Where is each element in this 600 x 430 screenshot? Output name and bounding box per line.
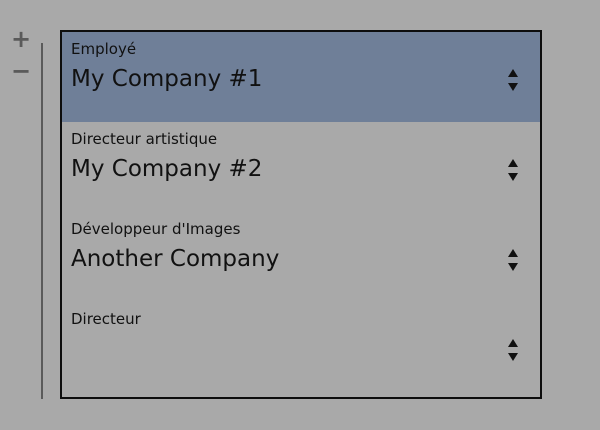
row-label: Directeur artistique [71, 130, 218, 148]
row-label: Développeur d'Images [71, 220, 241, 238]
up-down-arrows-icon[interactable] [506, 156, 520, 186]
row-value: My Company #2 [71, 156, 263, 182]
up-down-arrows-icon[interactable] [506, 66, 520, 96]
list-item[interactable]: Directeur [62, 302, 540, 392]
list-item[interactable]: Employé My Company #1 [62, 32, 540, 122]
editor-canvas: + − Employé My Company #1 Directeur arti… [0, 0, 600, 430]
list-item[interactable]: Développeur d'Images Another Company [62, 212, 540, 302]
remove-row-button[interactable]: − [10, 59, 32, 83]
add-row-button[interactable]: + [10, 27, 32, 51]
list-item[interactable]: Directeur artistique My Company #2 [62, 122, 540, 212]
company-list-panel: Employé My Company #1 Directeur artistiq… [60, 30, 542, 399]
row-value: My Company #1 [71, 66, 263, 92]
up-down-arrows-icon[interactable] [506, 336, 520, 366]
divider-line [41, 43, 43, 399]
row-label: Directeur [71, 310, 141, 328]
row-label: Employé [71, 40, 137, 58]
up-down-arrows-icon[interactable] [506, 246, 520, 276]
row-value: Another Company [71, 246, 280, 272]
